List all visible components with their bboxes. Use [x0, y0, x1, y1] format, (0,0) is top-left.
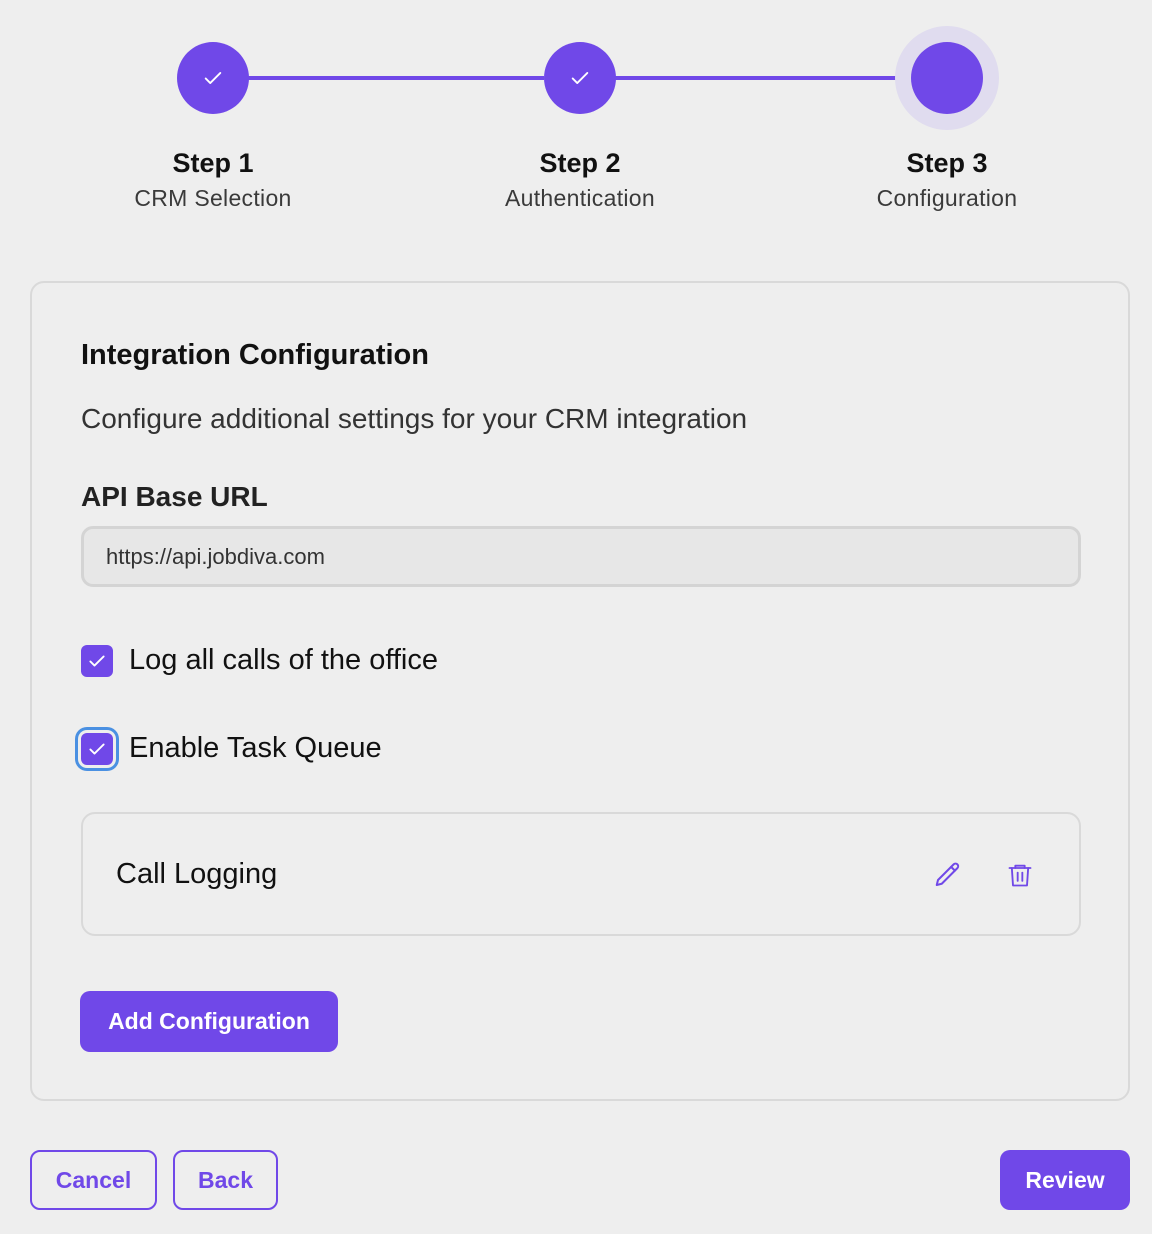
review-button[interactable]: Review: [1000, 1150, 1130, 1210]
log-all-calls-label: Log all calls of the office: [129, 644, 438, 676]
step-3-title: Step 3: [906, 148, 988, 178]
check-icon: [89, 743, 105, 754]
card-description: Configure additional settings for your C…: [81, 403, 748, 434]
back-button[interactable]: Back: [173, 1150, 278, 1210]
edit-configuration-button[interactable]: [931, 858, 965, 892]
step-2-text: Step 2 Authentication: [450, 146, 710, 213]
api-base-url-label: API Base URL: [81, 481, 268, 512]
configuration-item: Call Logging: [81, 812, 1081, 936]
step-2-subtitle: Authentication: [505, 185, 655, 211]
check-icon: [204, 72, 222, 84]
step-2-title: Step 2: [539, 148, 621, 178]
step-connector-1-2: [248, 76, 544, 80]
log-all-calls-checkbox[interactable]: [81, 644, 113, 677]
integration-config-card: Integration Configuration Configure addi…: [30, 281, 1130, 1101]
check-icon: [571, 72, 589, 84]
step-connector-2-3: [615, 76, 911, 80]
add-configuration-button[interactable]: Add Configuration: [80, 991, 338, 1052]
enable-task-queue-checkbox-row[interactable]: Enable Task Queue: [81, 732, 382, 765]
step-3-subtitle: Configuration: [876, 185, 1018, 211]
enable-task-queue-checkbox[interactable]: [81, 732, 113, 765]
enable-task-queue-label: Enable Task Queue: [129, 732, 382, 764]
trash-icon: [1008, 864, 1032, 887]
step-1-text: Step 1 CRM Selection: [83, 146, 343, 213]
delete-configuration-button[interactable]: [1003, 858, 1037, 892]
step-1-indicator: [177, 42, 249, 114]
step-1-subtitle: CRM Selection: [134, 185, 292, 211]
check-icon: [89, 655, 105, 666]
card-title: Integration Configuration: [81, 339, 429, 371]
pencil-icon: [935, 862, 960, 886]
configuration-name: Call Logging: [116, 858, 278, 890]
log-all-calls-checkbox-row[interactable]: Log all calls of the office: [81, 644, 438, 677]
step-1-title: Step 1: [172, 148, 254, 178]
cancel-button[interactable]: Cancel: [30, 1150, 157, 1210]
step-2-indicator: [544, 42, 616, 114]
stepper: Step 1 CRM Selection Step 2 Authenticati…: [0, 0, 1152, 240]
step-3-indicator: [911, 42, 983, 114]
step-3-text: Step 3 Configuration: [817, 146, 1077, 213]
api-base-url-input[interactable]: [81, 526, 1081, 587]
